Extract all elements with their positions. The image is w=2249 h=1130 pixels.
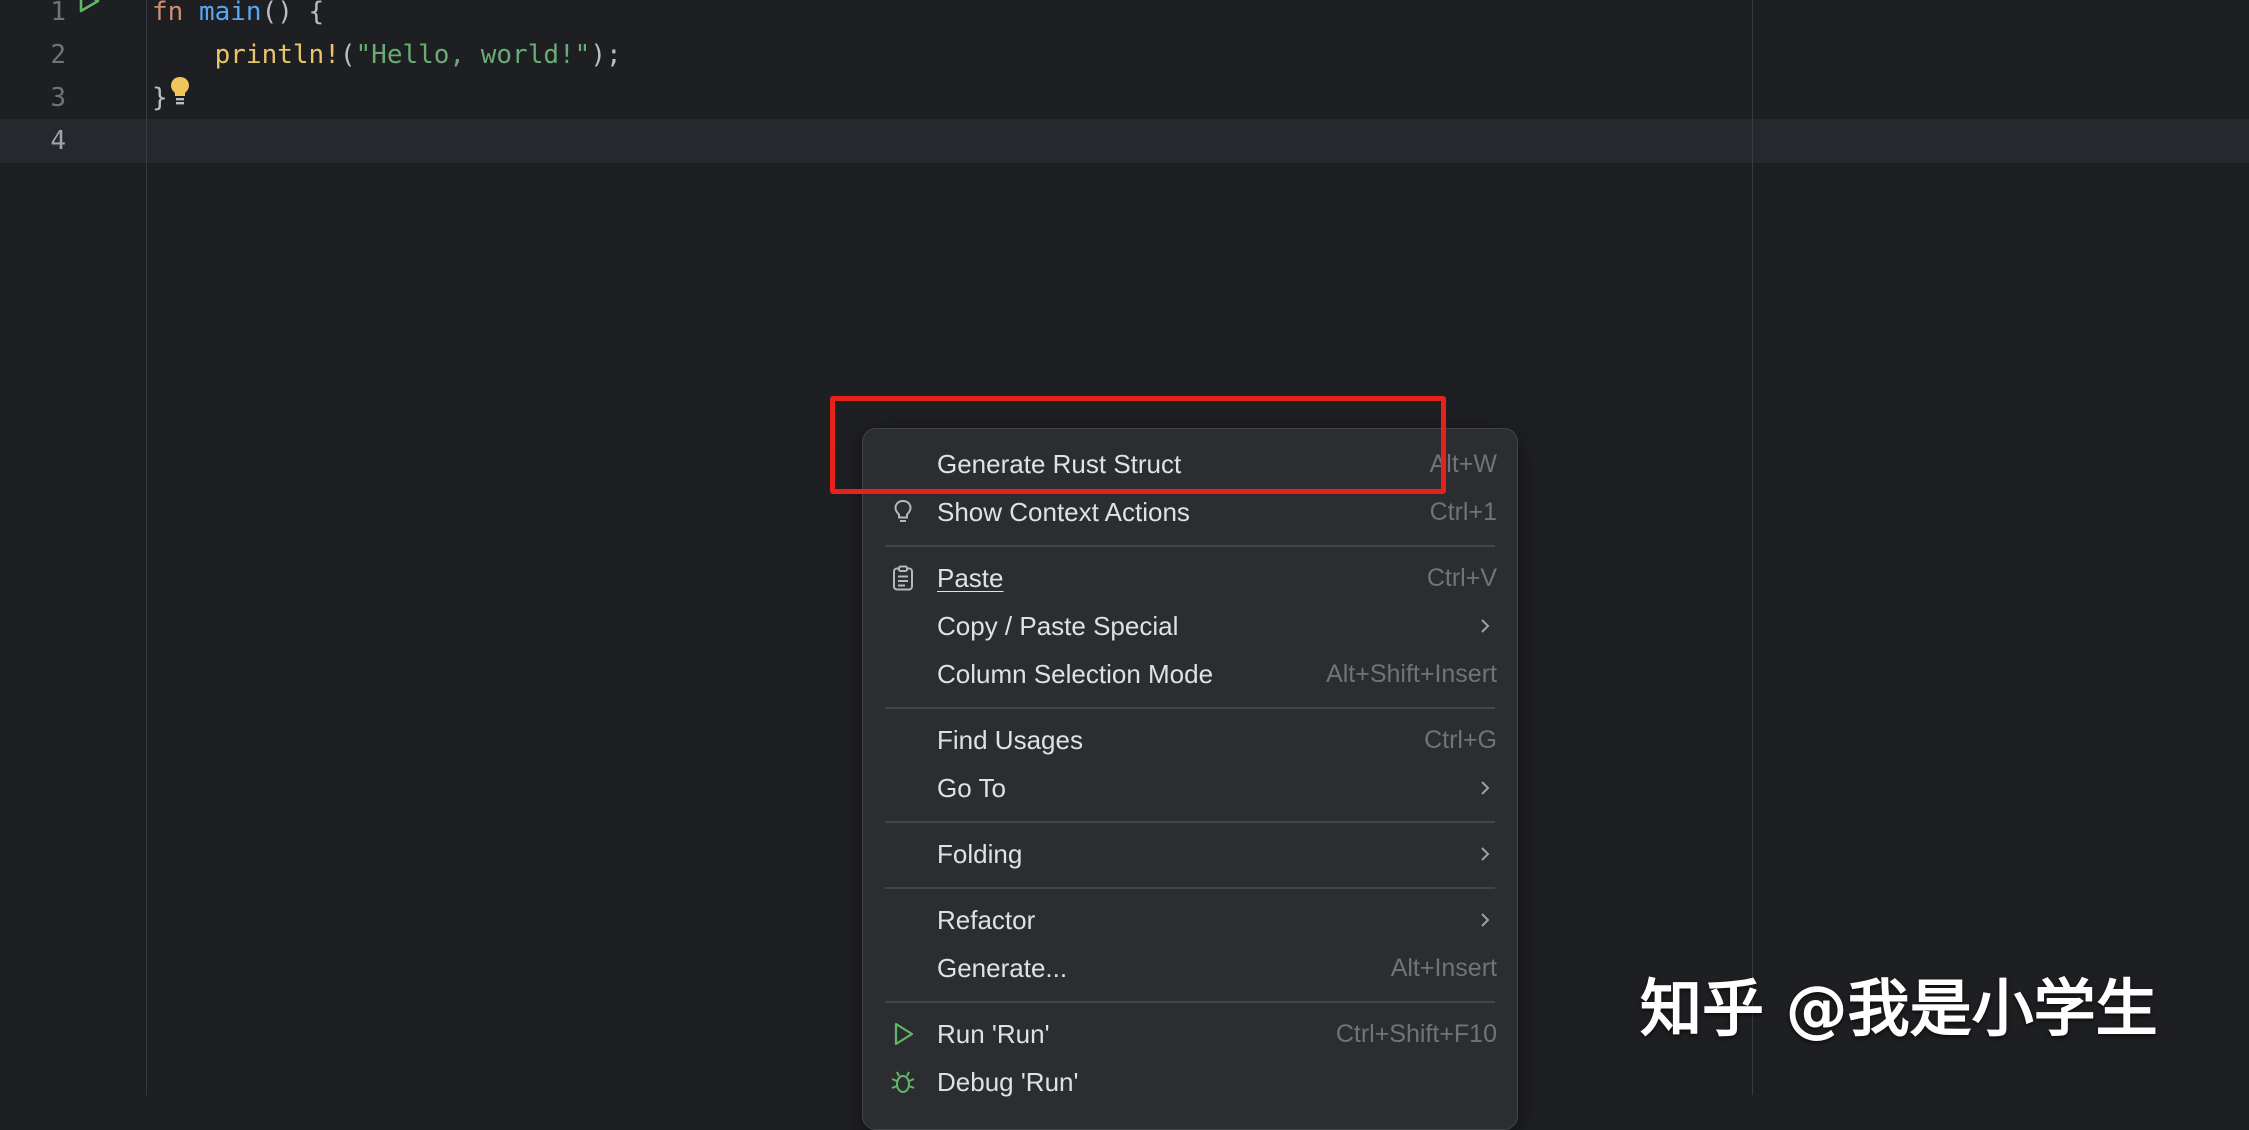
line-number: 2	[50, 40, 66, 70]
menu-item-folding[interactable]: Folding	[871, 831, 1509, 877]
menu-item-copy-paste-special[interactable]: Copy / Paste Special	[871, 603, 1509, 649]
menu-item-debug[interactable]: Debug 'Run'	[871, 1059, 1509, 1105]
function-name: main	[198, 0, 262, 27]
code-line-2[interactable]: 2 println!("Hello, world!");	[0, 33, 2249, 77]
menu-item-show-context-actions[interactable]: Show Context Actions Ctrl+1	[871, 489, 1509, 535]
code-text: fn main() {	[152, 0, 324, 34]
gutter-divider	[146, 0, 147, 1095]
clipboard-icon	[889, 564, 917, 592]
menu-item-label: Column Selection Mode	[937, 659, 1214, 689]
menu-item-label: Find Usages	[937, 725, 1083, 755]
lightbulb-icon[interactable]	[168, 75, 192, 107]
code-line-4[interactable]: 4	[0, 119, 2249, 163]
menu-item-shortcut: Ctrl+Shift+F10	[1335, 1020, 1497, 1048]
macro-println: println!	[214, 40, 340, 70]
menu-item-refactor[interactable]: Refactor	[871, 897, 1509, 943]
menu-item-shortcut: Alt+Shift+Insert	[1326, 660, 1497, 688]
menu-item-label: Folding	[937, 839, 1023, 869]
chevron-right-icon	[1475, 616, 1495, 636]
menu-item-run[interactable]: Run 'Run' Ctrl+Shift+F10	[871, 1011, 1509, 1057]
line-number: 4	[50, 126, 66, 156]
menu-item-paste[interactable]: Paste Ctrl+V	[871, 555, 1509, 601]
code-punctuation: () {	[261, 0, 325, 27]
menu-item-shortcut: Ctrl+1	[1429, 498, 1497, 526]
menu-item-shortcut: Ctrl+G	[1424, 726, 1497, 754]
line-number: 1	[50, 0, 66, 27]
lightbulb-icon	[889, 498, 917, 526]
chevron-right-icon	[1475, 778, 1495, 798]
debug-bug-icon	[889, 1068, 917, 1096]
code-line-1[interactable]: 1 fn main() {	[0, 0, 2249, 34]
run-triangle-icon[interactable]	[74, 0, 104, 16]
menu-item-label: Generate...	[937, 953, 1068, 983]
menu-item-label: Debug 'Run'	[937, 1067, 1079, 1097]
menu-item-generate[interactable]: Generate... Alt+Insert	[871, 945, 1509, 991]
chevron-right-icon	[1475, 910, 1495, 930]
menu-item-label: Paste	[937, 563, 1004, 593]
menu-separator	[885, 1001, 1495, 1003]
menu-separator	[885, 821, 1495, 823]
menu-separator	[885, 707, 1495, 709]
menu-item-label: Run 'Run'	[937, 1019, 1050, 1049]
string-literal: "Hello, world!"	[355, 40, 591, 70]
menu-item-shortcut: Alt+Insert	[1390, 954, 1497, 982]
menu-item-label: Show Context Actions	[937, 497, 1190, 527]
menu-item-label: Refactor	[937, 905, 1036, 935]
line-number: 3	[50, 83, 66, 113]
watermark-text: 知乎 @我是小学生	[1640, 972, 2158, 1045]
menu-item-column-selection-mode[interactable]: Column Selection Mode Alt+Shift+Insert	[871, 651, 1509, 697]
menu-item-find-usages[interactable]: Find Usages Ctrl+G	[871, 717, 1509, 763]
menu-separator	[885, 545, 1495, 547]
annotation-highlight-box	[830, 396, 1446, 494]
editor-context-menu: Generate Rust Struct Alt+W Show Context …	[862, 428, 1518, 1130]
code-line-3[interactable]: 3 }	[0, 76, 2249, 120]
menu-separator	[885, 887, 1495, 889]
code-text: }	[152, 76, 168, 120]
right-margin-guide	[1752, 0, 1753, 1095]
menu-item-label: Go To	[937, 773, 1006, 803]
menu-item-label: Copy / Paste Special	[937, 611, 1179, 641]
code-text: println!("Hello, world!");	[152, 33, 622, 77]
chevron-right-icon	[1475, 844, 1495, 864]
code-punctuation: (	[339, 40, 356, 70]
closing-brace: }	[152, 83, 168, 113]
menu-item-go-to[interactable]: Go To	[871, 765, 1509, 811]
keyword-fn: fn	[152, 0, 184, 27]
run-icon	[889, 1020, 917, 1048]
code-punctuation: );	[590, 40, 622, 70]
menu-item-shortcut: Ctrl+V	[1426, 564, 1497, 592]
